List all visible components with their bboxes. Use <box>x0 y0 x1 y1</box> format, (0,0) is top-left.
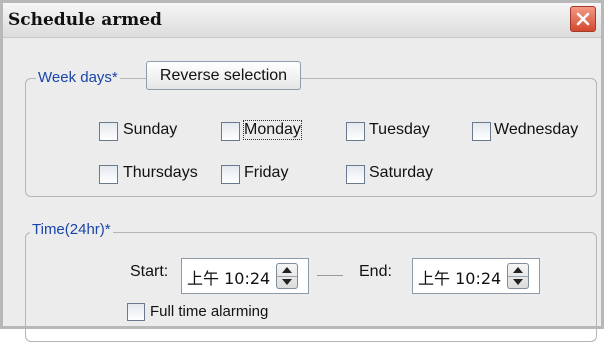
label-full-time-alarming: Full time alarming <box>150 303 269 320</box>
schedule-armed-dialog: Schedule armed Week days* Reverse select… <box>0 0 604 342</box>
checkbox-saturday[interactable] <box>346 165 365 184</box>
reverse-selection-button[interactable]: Reverse selection <box>146 61 301 90</box>
arrow-down-icon <box>282 279 292 285</box>
label-tuesday: Tuesday <box>369 121 430 138</box>
end-time-field[interactable]: 上午 10:24 <box>412 258 540 294</box>
arrow-up-icon <box>282 267 292 273</box>
label-saturday: Saturday <box>369 164 434 181</box>
checkbox-thursdays[interactable] <box>99 165 118 184</box>
checkbox-sunday[interactable] <box>99 122 118 141</box>
label-sunday: Sunday <box>123 121 178 138</box>
checkbox-friday[interactable] <box>221 165 240 184</box>
start-time-field[interactable]: 上午 10:24 <box>181 258 309 294</box>
end-label: End: <box>359 263 392 280</box>
start-time-value: 上午 10:24 <box>187 269 271 287</box>
dialog-title: Schedule armed <box>8 10 162 30</box>
arrow-up-icon <box>513 267 523 273</box>
label-wednesday: Wednesday <box>494 121 579 138</box>
label-monday: Monday <box>243 120 302 140</box>
time-legend: Time(24hr)* <box>30 221 113 238</box>
start-spin-down[interactable] <box>277 276 297 289</box>
close-button[interactable] <box>570 6 596 32</box>
start-time-spinner[interactable] <box>276 263 298 289</box>
title-bar: Schedule armed <box>3 3 601 38</box>
checkbox-wednesday[interactable] <box>472 122 491 141</box>
close-icon <box>576 12 590 26</box>
start-spin-up[interactable] <box>277 264 297 276</box>
label-thursdays: Thursdays <box>123 164 198 181</box>
label-friday: Friday <box>244 164 289 181</box>
end-spin-up[interactable] <box>508 264 528 276</box>
week-days-legend: Week days* <box>36 69 120 86</box>
checkbox-full-time-alarming[interactable] <box>127 303 145 321</box>
end-time-value: 上午 10:24 <box>418 269 502 287</box>
end-time-spinner[interactable] <box>507 263 529 289</box>
arrow-down-icon <box>513 279 523 285</box>
checkbox-tuesday[interactable] <box>346 122 365 141</box>
time-range-separator <box>317 275 343 276</box>
checkbox-monday[interactable] <box>221 122 240 141</box>
end-spin-down[interactable] <box>508 276 528 289</box>
start-label: Start: <box>130 263 169 280</box>
